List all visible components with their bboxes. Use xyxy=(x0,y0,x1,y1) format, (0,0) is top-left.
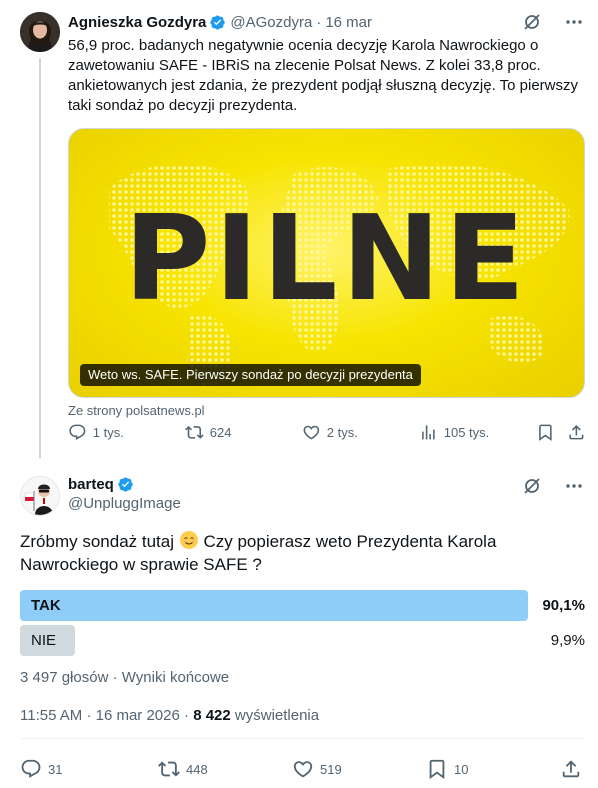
bookmark-button[interactable]: 10 xyxy=(426,758,468,780)
author-handle[interactable]: @UnpluggImage xyxy=(68,495,181,512)
more-icon[interactable] xyxy=(564,12,584,32)
tweet-time[interactable]: 11:55 AM xyxy=(20,707,82,724)
views-label: wyświetlenia xyxy=(234,707,320,724)
share-icon xyxy=(569,424,584,440)
poll-option-label: NIE xyxy=(31,632,57,649)
views-count: 8 422 xyxy=(193,707,231,724)
repost-count: 448 xyxy=(186,761,208,777)
bookmark-button[interactable] xyxy=(536,423,555,442)
poll-votes: 3 497 głosów xyxy=(20,669,109,686)
poll-option-nie: NIE 9,9% xyxy=(20,625,585,656)
more-icon[interactable] xyxy=(564,476,584,496)
like-icon xyxy=(303,425,320,440)
tweet-header: Agnieszka Gozdyra @AGozdyra · 16 mar xyxy=(68,14,372,31)
tweet-top-actions xyxy=(522,12,584,32)
repost-button[interactable]: 624 xyxy=(185,423,231,442)
poll-status: Wyniki końcowe xyxy=(121,669,230,686)
thread-line xyxy=(39,58,41,458)
repost-button[interactable]: 448 xyxy=(158,758,208,780)
like-count: 2 tys. xyxy=(326,424,358,440)
like-count: 519 xyxy=(320,761,342,777)
avatar[interactable] xyxy=(20,12,60,52)
bookmark-count: 10 xyxy=(454,761,469,777)
reply-count: 31 xyxy=(48,761,63,777)
like-icon xyxy=(293,761,313,778)
views-button[interactable]: 105 tys. xyxy=(419,423,489,442)
reply-button[interactable]: 31 xyxy=(20,758,62,780)
reply-button[interactable]: 1 tys. xyxy=(68,423,124,442)
relieved-face-emoji xyxy=(179,531,198,549)
like-button[interactable]: 2 tys. xyxy=(302,423,358,442)
share-icon xyxy=(562,760,580,778)
repost-icon xyxy=(185,425,204,439)
reply-icon xyxy=(69,424,86,440)
poll-option-tak: TAK 90,1% xyxy=(20,590,585,621)
author-handle[interactable]: @AGozdyra xyxy=(230,14,312,31)
card-source[interactable]: Ze strony polsatnews.pl xyxy=(68,403,205,418)
tweet-text: 56,9 proc. badanych negatywnie ocenia de… xyxy=(68,37,578,114)
poll-option-percent: 9,9% xyxy=(550,632,585,649)
like-button[interactable]: 519 xyxy=(292,758,342,780)
share-button[interactable] xyxy=(567,423,586,442)
verified-badge-icon xyxy=(118,477,133,492)
verified-badge-icon xyxy=(210,15,226,30)
views-icon xyxy=(422,424,435,440)
reply-icon xyxy=(21,759,41,778)
reply-count: 1 tys. xyxy=(92,424,124,440)
repost-count: 624 xyxy=(209,424,232,440)
poll-bar xyxy=(20,590,528,621)
poll-option-percent: 90,1% xyxy=(542,597,585,614)
tweet-header: barteq @UnpluggImage xyxy=(68,476,181,512)
poll-meta: 3 497 głosów · Wyniki końcowe xyxy=(20,669,229,686)
views-count: 105 tys. xyxy=(443,424,490,440)
tweet-full-date[interactable]: 16 mar 2026 xyxy=(96,707,180,724)
grok-slash-icon[interactable] xyxy=(522,12,542,32)
card-headline: PILNE xyxy=(124,189,529,327)
bookmark-icon xyxy=(539,424,552,441)
author-name[interactable]: Agnieszka Gozdyra xyxy=(68,14,206,31)
tweet-date[interactable]: 16 mar xyxy=(325,14,372,31)
share-button[interactable] xyxy=(560,758,582,780)
tweet-text-start: Zróbmy sondaż tutaj xyxy=(20,532,179,551)
separator-dot: · xyxy=(184,707,194,724)
link-card[interactable]: PILNE Weto ws. SAFE. Pierwszy sondaż po … xyxy=(68,128,585,398)
repost-icon xyxy=(158,761,180,777)
card-caption: Weto ws. SAFE. Pierwszy sondaż po decyzj… xyxy=(80,364,421,386)
poll-option-label: TAK xyxy=(31,597,61,614)
separator-dot: · xyxy=(112,669,122,686)
separator-dot: · xyxy=(316,14,322,31)
tweet-top-actions xyxy=(522,476,584,496)
separator-dot: · xyxy=(86,707,96,724)
avatar[interactable] xyxy=(20,476,60,516)
bookmark-icon xyxy=(429,759,445,780)
tweet-text: Zróbmy sondaż tutaj Czy popierasz weto P… xyxy=(20,530,580,576)
tweet-timestamp: 11:55 AM · 16 mar 2026 · 8 422 wyświetle… xyxy=(20,707,319,724)
divider xyxy=(20,738,585,739)
author-name[interactable]: barteq xyxy=(68,476,114,493)
grok-slash-icon[interactable] xyxy=(522,476,542,496)
tweet-actions: 31 448 519 10 xyxy=(20,758,585,780)
